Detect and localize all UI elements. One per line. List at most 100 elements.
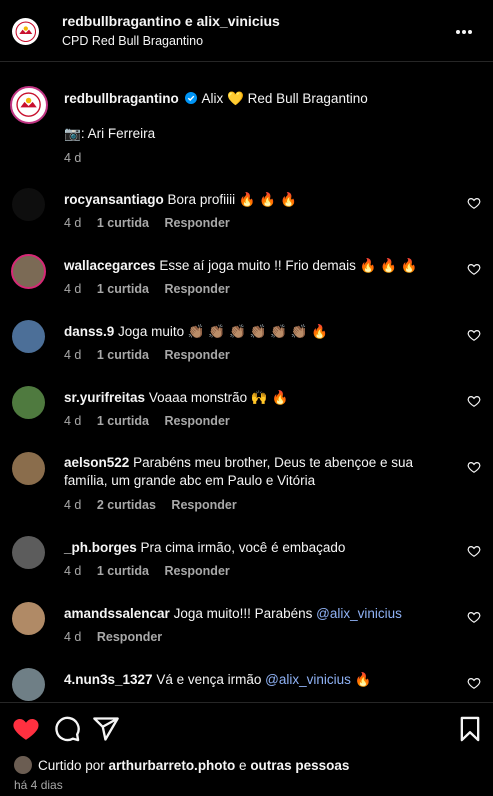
commenter-avatar[interactable] xyxy=(12,320,45,353)
comment-text: Pra cima irmão, você é embaçado xyxy=(140,540,346,555)
more-options-icon[interactable] xyxy=(456,22,476,34)
reply-button[interactable]: Responder xyxy=(164,564,229,578)
comment-text-line: 4.nun3s_1327 Vá e vença irmão @alix_vini… xyxy=(64,671,424,689)
comment-meta: 4 d 1 curtida Responder xyxy=(64,216,242,230)
comment-likes[interactable]: 1 curtida xyxy=(97,282,149,296)
comment-text: Parabéns meu brother, Deus te abençoe e … xyxy=(133,455,413,470)
comment-text: Joga muito!!! Parabéns xyxy=(173,606,317,621)
comment-text-suffix: 🔥 xyxy=(350,672,372,687)
reply-button[interactable]: Responder xyxy=(164,282,229,296)
header-subtitle[interactable]: CPD Red Bull Bragantino xyxy=(62,34,203,48)
caption-text-2: Red Bull Bragantino xyxy=(247,91,368,106)
post-actions-bar xyxy=(0,702,493,754)
mention-link[interactable]: @alix_vinicius xyxy=(265,672,351,687)
liked-by-suffix: e xyxy=(235,758,251,773)
header-title[interactable]: redbullbragantino e alix_vinicius xyxy=(62,13,280,29)
comment-text-cont: família, um grande abc em Paulo e Vitóri… xyxy=(64,473,316,488)
comment-meta: 4 d 2 curtidas Responder xyxy=(64,498,249,512)
comment-username[interactable]: 4.nun3s_1327 xyxy=(64,672,153,687)
like-comment-heart-icon[interactable] xyxy=(467,196,481,210)
comment-meta: 4 d 1 curtida Responder xyxy=(64,564,242,578)
comment-time: 4 d xyxy=(64,282,82,296)
comment-username[interactable]: danss.9 xyxy=(64,324,114,339)
comment-likes[interactable]: 2 curtidas xyxy=(97,498,156,512)
mention-link[interactable]: @alix_vinicius xyxy=(316,606,402,621)
commenter-avatar[interactable] xyxy=(12,386,45,419)
comment-likes[interactable]: 1 curtida xyxy=(97,564,149,578)
comment-time: 4 d xyxy=(64,498,82,512)
caption-text-1: Alix xyxy=(201,91,224,106)
liked-heart-icon[interactable] xyxy=(12,715,40,743)
liked-by-prefix: Curtido por xyxy=(38,758,109,773)
credit-text: : Ari Ferreira xyxy=(80,126,156,141)
comment-icon[interactable] xyxy=(53,715,81,743)
save-bookmark-icon[interactable] xyxy=(456,715,484,743)
like-comment-heart-icon[interactable] xyxy=(467,610,481,624)
comment-text-line: wallacegarces Esse aí joga muito !! Frio… xyxy=(64,257,424,275)
comment-time: 4 d xyxy=(64,216,82,230)
commenter-avatar[interactable] xyxy=(12,188,45,221)
comment-meta: 4 d 1 curtida Responder xyxy=(64,348,242,362)
like-comment-heart-icon[interactable] xyxy=(467,676,481,690)
post-date[interactable]: há 4 dias xyxy=(14,778,63,792)
reply-button[interactable]: Responder xyxy=(164,414,229,428)
comments-scroll-area[interactable]: redbullbragantino Alix 💛 Red Bull Bragan… xyxy=(0,62,493,702)
comment-text-line: danss.9 Joga muito 👏🏽 👏🏽 👏🏽 👏🏽 👏🏽 👏🏽 🔥 xyxy=(64,323,424,341)
commenter-avatar[interactable] xyxy=(12,452,45,485)
comment-username[interactable]: sr.yurifreitas xyxy=(64,390,145,405)
camera-emoji: 📷 xyxy=(64,126,81,141)
comment-likes[interactable]: 1 curtida xyxy=(97,348,149,362)
reply-button[interactable]: Responder xyxy=(164,348,229,362)
commenter-avatar[interactable] xyxy=(12,668,45,701)
redbull-bragantino-avatar[interactable] xyxy=(12,18,39,45)
comment-time: 4 d xyxy=(64,414,82,428)
comment-text-line: sr.yurifreitas Voaaa monstrão 🙌 🔥 xyxy=(64,389,424,407)
comment-username[interactable]: wallacegarces xyxy=(64,258,156,273)
comment-meta: 4 d Responder xyxy=(64,630,174,644)
comment-text: Voaaa monstrão 🙌 🔥 xyxy=(148,390,289,405)
like-comment-heart-icon[interactable] xyxy=(467,262,481,276)
comment-text-line: amandssalencar Joga muito!!! Parabéns @a… xyxy=(64,605,424,623)
comment-text: Joga muito 👏🏽 👏🏽 👏🏽 👏🏽 👏🏽 👏🏽 🔥 xyxy=(118,324,329,339)
comment-time: 4 d xyxy=(64,564,82,578)
reply-button[interactable]: Responder xyxy=(164,216,229,230)
like-comment-heart-icon[interactable] xyxy=(467,544,481,558)
reply-button[interactable]: Responder xyxy=(171,498,236,512)
commenter-avatar[interactable] xyxy=(12,602,45,635)
reply-button[interactable]: Responder xyxy=(97,630,162,644)
comment-text-line: rocyansantiago Bora profiiii 🔥 🔥 🔥 xyxy=(64,191,424,209)
comment-likes[interactable]: 1 curtida xyxy=(97,216,149,230)
comment-username[interactable]: rocyansantiago xyxy=(64,192,164,207)
share-icon[interactable] xyxy=(92,715,120,743)
comment-text: Vá e vença irmão xyxy=(156,672,266,687)
comment-username[interactable]: amandssalencar xyxy=(64,606,170,621)
post-header: redbullbragantino e alix_vinicius CPD Re… xyxy=(0,0,493,62)
comment-text-line: _ph.borges Pra cima irmão, você é embaça… xyxy=(64,539,424,557)
comment-likes[interactable]: 1 curtida xyxy=(97,414,149,428)
liked-by-user[interactable]: arthurbarreto.photo xyxy=(109,758,236,773)
comment-time: 4 d xyxy=(64,630,82,644)
liker-avatar[interactable] xyxy=(14,756,32,774)
caption-line: redbullbragantino Alix 💛 Red Bull Bragan… xyxy=(64,91,368,107)
caption-credit: 📷: Ari Ferreira xyxy=(64,126,155,142)
comment-username[interactable]: aelson522 xyxy=(64,455,129,470)
others-link[interactable]: outras pessoas xyxy=(250,758,349,773)
comment-meta: 4 d 1 curtida Responder xyxy=(64,282,242,296)
comment-time: 4 d xyxy=(64,348,82,362)
caption-avatar[interactable] xyxy=(10,86,48,124)
comment-text: Bora profiiii 🔥 🔥 🔥 xyxy=(167,192,297,207)
comment-text-block: aelson522 Parabéns meu brother, Deus te … xyxy=(64,454,434,490)
comment-username[interactable]: _ph.borges xyxy=(64,540,137,555)
commenter-avatar[interactable] xyxy=(12,536,45,569)
commenter-avatar[interactable] xyxy=(11,254,46,289)
comment-meta: 4 d 1 curtida Responder xyxy=(64,414,242,428)
redbull-logo-icon xyxy=(15,21,36,42)
caption-username[interactable]: redbullbragantino xyxy=(64,91,179,106)
like-comment-heart-icon[interactable] xyxy=(467,328,481,342)
comment-text: Esse aí joga muito !! Frio demais 🔥 🔥 🔥 xyxy=(159,258,418,273)
verified-badge-icon xyxy=(184,92,197,104)
liked-by-line: Curtido por arthurbarreto.photo e outras… xyxy=(14,756,349,774)
like-comment-heart-icon[interactable] xyxy=(467,460,481,474)
caption-time: 4 d xyxy=(64,151,82,165)
like-comment-heart-icon[interactable] xyxy=(467,394,481,408)
